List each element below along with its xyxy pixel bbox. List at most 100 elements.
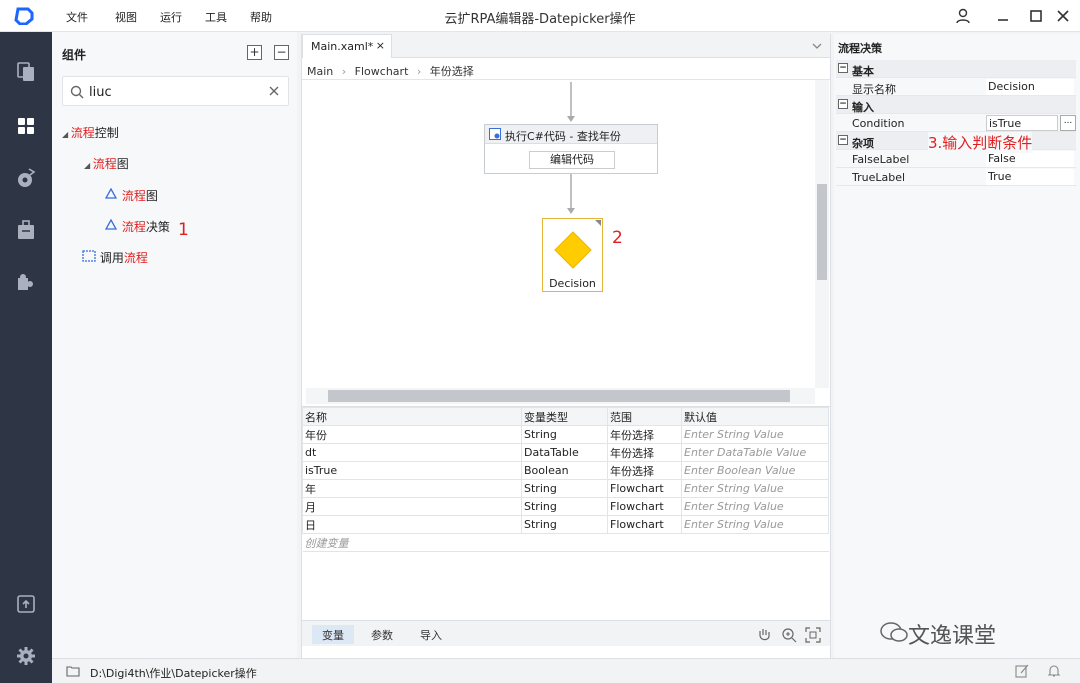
user-icon[interactable] bbox=[952, 6, 974, 26]
chevron-down-icon[interactable] bbox=[812, 42, 822, 50]
section-label: 杂项 bbox=[852, 137, 874, 150]
recorder-icon[interactable] bbox=[14, 166, 38, 190]
false-label-value[interactable]: False bbox=[986, 151, 1074, 167]
var-default[interactable]: Enter DataTable Value bbox=[681, 443, 829, 462]
close-icon[interactable] bbox=[1052, 6, 1074, 26]
var-default[interactable]: Enter String Value bbox=[681, 497, 829, 516]
menu-file[interactable]: 文件 bbox=[66, 9, 88, 25]
column-header[interactable]: 名称 bbox=[302, 407, 522, 426]
table-row[interactable]: dt DataTable 年份选择 Enter DataTable Value bbox=[302, 443, 829, 462]
table-row[interactable]: isTrue Boolean 年份选择 Enter Boolean Value bbox=[302, 461, 829, 480]
scroll-thumb[interactable] bbox=[817, 184, 827, 280]
collapse-icon[interactable]: − bbox=[838, 63, 848, 73]
var-default[interactable]: Enter Boolean Value bbox=[681, 461, 829, 480]
vertical-scrollbar[interactable] bbox=[815, 80, 829, 388]
column-header[interactable]: 变量类型 bbox=[521, 407, 608, 426]
var-default[interactable]: Enter String Value bbox=[681, 515, 829, 534]
var-scope[interactable]: 年份选择 bbox=[607, 461, 682, 480]
horizontal-scrollbar[interactable] bbox=[306, 388, 815, 404]
copy-icon[interactable] bbox=[14, 60, 38, 84]
tree-node-label: 图 bbox=[116, 157, 129, 171]
column-header[interactable]: 默认值 bbox=[681, 407, 829, 426]
fit-screen-icon[interactable] bbox=[805, 627, 821, 643]
condition-input[interactable]: isTrue bbox=[986, 115, 1058, 131]
tab-imports[interactable]: 导入 bbox=[410, 625, 452, 644]
decision-node[interactable]: Decision bbox=[542, 218, 603, 292]
breadcrumb-item[interactable]: Flowchart bbox=[355, 65, 409, 78]
table-row[interactable]: 年 String Flowchart Enter String Value bbox=[302, 479, 829, 498]
var-type[interactable]: Boolean bbox=[521, 461, 608, 480]
var-name[interactable]: dt bbox=[302, 443, 522, 462]
var-type[interactable]: String bbox=[521, 479, 608, 498]
var-type[interactable]: String bbox=[521, 425, 608, 444]
tree-node-flowchart-group[interactable]: ◢ 流程图 bbox=[84, 155, 129, 172]
table-row[interactable]: 月 String Flowchart Enter String Value bbox=[302, 497, 829, 516]
var-scope[interactable]: 年份选择 bbox=[607, 425, 682, 444]
var-type[interactable]: String bbox=[521, 497, 608, 516]
collapse-all-button[interactable]: − bbox=[274, 45, 289, 60]
prop-section-input[interactable]: − 输入 bbox=[836, 96, 1076, 114]
search-box[interactable] bbox=[62, 76, 289, 106]
maximize-icon[interactable] bbox=[1025, 6, 1047, 26]
tree-node-flow-control[interactable]: ◢ 流程控制 bbox=[62, 124, 119, 141]
create-variable[interactable]: 创建变量 bbox=[302, 533, 829, 552]
search-input[interactable] bbox=[89, 83, 259, 101]
prop-display-name-value[interactable]: Decision bbox=[986, 79, 1074, 95]
menu-help[interactable]: 帮助 bbox=[250, 9, 272, 25]
package-icon[interactable] bbox=[14, 218, 38, 242]
condition-ellipsis-button[interactable]: ... bbox=[1060, 115, 1076, 131]
prop-label: TrueLabel bbox=[852, 171, 906, 184]
breadcrumb-item[interactable]: Main bbox=[307, 65, 333, 78]
var-default[interactable]: Enter String Value bbox=[681, 425, 829, 444]
edit-code-button[interactable]: 编辑代码 bbox=[529, 151, 615, 169]
project-path: D:\Digi4th\作业\Datepicker操作 bbox=[90, 667, 257, 680]
true-label-value[interactable]: True bbox=[986, 169, 1074, 185]
zoom-in-icon[interactable] bbox=[781, 627, 797, 643]
edit-icon[interactable] bbox=[1015, 664, 1029, 678]
tab-bar: Main.xaml* × bbox=[302, 34, 830, 58]
clear-icon[interactable] bbox=[269, 86, 279, 96]
var-default[interactable]: Enter String Value bbox=[681, 479, 829, 498]
tab-close-icon[interactable]: × bbox=[376, 39, 385, 52]
var-scope[interactable]: Flowchart bbox=[607, 515, 682, 534]
var-name[interactable]: 年 bbox=[302, 479, 522, 498]
var-name[interactable]: 日 bbox=[302, 515, 522, 534]
create-variable-row[interactable]: 创建变量 bbox=[302, 533, 829, 552]
bell-icon[interactable] bbox=[1047, 664, 1061, 678]
publish-icon[interactable] bbox=[14, 592, 38, 616]
collapse-icon[interactable]: − bbox=[838, 99, 848, 109]
tab-arguments[interactable]: 参数 bbox=[361, 625, 403, 644]
var-scope[interactable]: Flowchart bbox=[607, 479, 682, 498]
menu-tools[interactable]: 工具 bbox=[205, 9, 227, 25]
hand-pan-icon[interactable] bbox=[756, 627, 772, 643]
menu-view[interactable]: 视图 bbox=[115, 9, 137, 25]
var-scope[interactable]: Flowchart bbox=[607, 497, 682, 516]
table-row[interactable]: 日 String Flowchart Enter String Value bbox=[302, 515, 829, 534]
var-type[interactable]: String bbox=[521, 515, 608, 534]
minimize-icon[interactable] bbox=[992, 6, 1014, 26]
settings-gear-icon[interactable] bbox=[14, 644, 38, 668]
collapse-icon[interactable]: − bbox=[838, 135, 848, 145]
prop-section-basic[interactable]: − 基本 bbox=[836, 60, 1076, 78]
expand-all-button[interactable]: + bbox=[247, 45, 262, 60]
tree-node-flow-decision[interactable]: 流程决策 bbox=[104, 218, 170, 235]
activity-execute-csharp[interactable]: 执行C#代码 - 查找年份 编辑代码 bbox=[484, 124, 658, 174]
tab-main-xaml[interactable]: Main.xaml* × bbox=[302, 34, 392, 58]
components-icon[interactable] bbox=[14, 114, 38, 138]
menu-run[interactable]: 运行 bbox=[160, 9, 182, 25]
expand-arrow-icon: ◢ bbox=[62, 130, 71, 139]
tree-node-invoke-flow[interactable]: 调用流程 bbox=[82, 249, 148, 266]
var-name[interactable]: 月 bbox=[302, 497, 522, 516]
plugin-icon[interactable] bbox=[14, 270, 38, 294]
var-type[interactable]: DataTable bbox=[521, 443, 608, 462]
tree-node-flowchart[interactable]: 流程图 bbox=[104, 187, 158, 204]
var-name[interactable]: isTrue bbox=[302, 461, 522, 480]
var-name[interactable]: 年份 bbox=[302, 425, 522, 444]
tab-variables[interactable]: 变量 bbox=[312, 625, 354, 644]
breadcrumb-item[interactable]: 年份选择 bbox=[430, 65, 474, 78]
var-scope[interactable]: 年份选择 bbox=[607, 443, 682, 462]
table-row[interactable]: 年份 String 年份选择 Enter String Value bbox=[302, 425, 829, 444]
flowchart-canvas[interactable]: 执行C#代码 - 查找年份 编辑代码 Decision 2 bbox=[306, 80, 828, 388]
column-header[interactable]: 范围 bbox=[607, 407, 682, 426]
scroll-thumb[interactable] bbox=[328, 390, 790, 402]
